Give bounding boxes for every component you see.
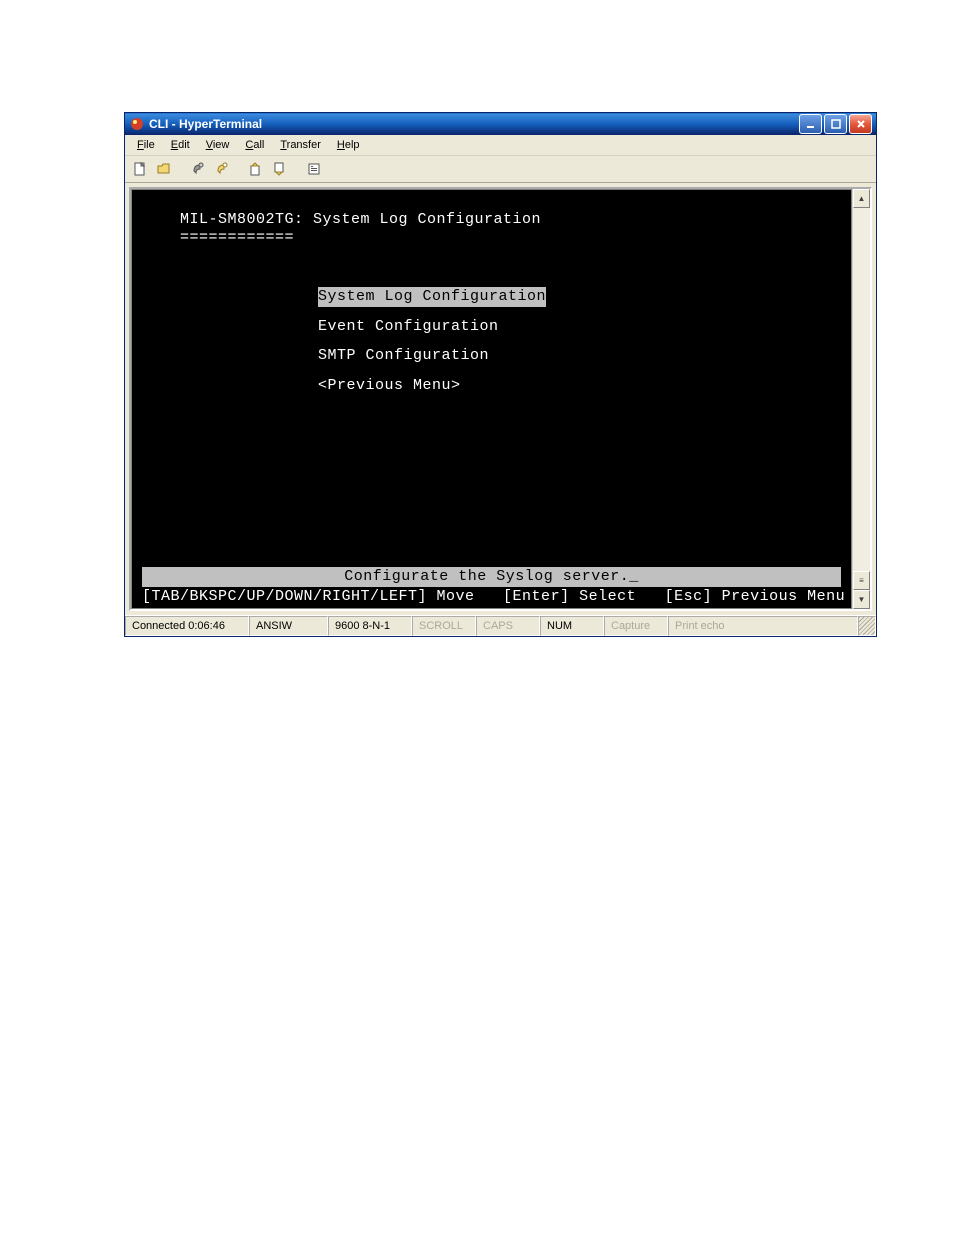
close-button[interactable] [849,114,872,134]
send-icon[interactable] [245,158,267,180]
menu-item-event-config[interactable]: Event Configuration [318,317,499,337]
toolbar [125,156,876,183]
menu-call[interactable]: Call [237,137,272,153]
scroll-thumb-icon[interactable]: ≡ [853,571,870,590]
status-printecho: Print echo [668,616,858,636]
status-params: 9600 8-N-1 [328,616,412,636]
receive-icon[interactable] [269,158,291,180]
terminal-menu: System Log Configuration Event Configura… [132,287,851,405]
menu-item-syslog-config[interactable]: System Log Configuration [318,287,546,307]
menu-transfer[interactable]: Transfer [272,137,329,153]
disconnect-icon[interactable] [211,158,233,180]
statusbar: Connected 0:06:46 ANSIW 9600 8-N-1 SCROL… [125,615,876,636]
status-capture: Capture [604,616,668,636]
resize-grip-icon[interactable] [858,616,876,636]
terminal-underline: ============ [132,228,851,248]
terminal-nav: [TAB/BKSPC/UP/DOWN/RIGHT/LEFT] Move [Ent… [132,587,851,609]
scroll-track[interactable] [853,208,870,571]
menu-help[interactable]: Help [329,137,368,153]
properties-icon[interactable] [303,158,325,180]
status-num: NUM [540,616,604,636]
terminal-footer: Configurate the Syslog server._ [TAB/BKS… [132,567,851,608]
menu-item-smtp-config[interactable]: SMTP Configuration [318,346,489,366]
status-encoding: ANSIW [249,616,328,636]
menu-item-previous[interactable]: <Previous Menu> [318,376,461,396]
new-icon[interactable] [129,158,151,180]
status-connected: Connected 0:06:46 [125,616,249,636]
menu-view[interactable]: View [198,137,238,153]
menu-file[interactable]: File [129,137,163,153]
menu-edit[interactable]: Edit [163,137,198,153]
scroll-down-icon[interactable]: ▼ [853,590,870,609]
status-scroll: SCROLL [412,616,476,636]
connect-icon[interactable] [187,158,209,180]
terminal[interactable]: MIL-SM8002TG: System Log Configuration =… [131,189,852,609]
terminal-container: MIL-SM8002TG: System Log Configuration =… [129,187,872,611]
vertical-scrollbar[interactable]: ▲ ≡ ▼ [852,189,870,609]
minimize-button[interactable] [799,114,822,134]
titlebar[interactable]: CLI - HyperTerminal [125,113,876,135]
menubar: File Edit View Call Transfer Help [125,135,876,156]
scroll-up-icon[interactable]: ▲ [853,189,870,208]
maximize-button[interactable] [824,114,847,134]
app-icon [129,116,145,132]
terminal-wrap: MIL-SM8002TG: System Log Configuration =… [125,183,876,615]
window-frame: CLI - HyperTerminal File Edit View Call … [124,112,877,637]
window-title: CLI - HyperTerminal [149,117,797,131]
terminal-hint: Configurate the Syslog server._ [142,567,841,587]
open-icon[interactable] [153,158,175,180]
status-caps: CAPS [476,616,540,636]
